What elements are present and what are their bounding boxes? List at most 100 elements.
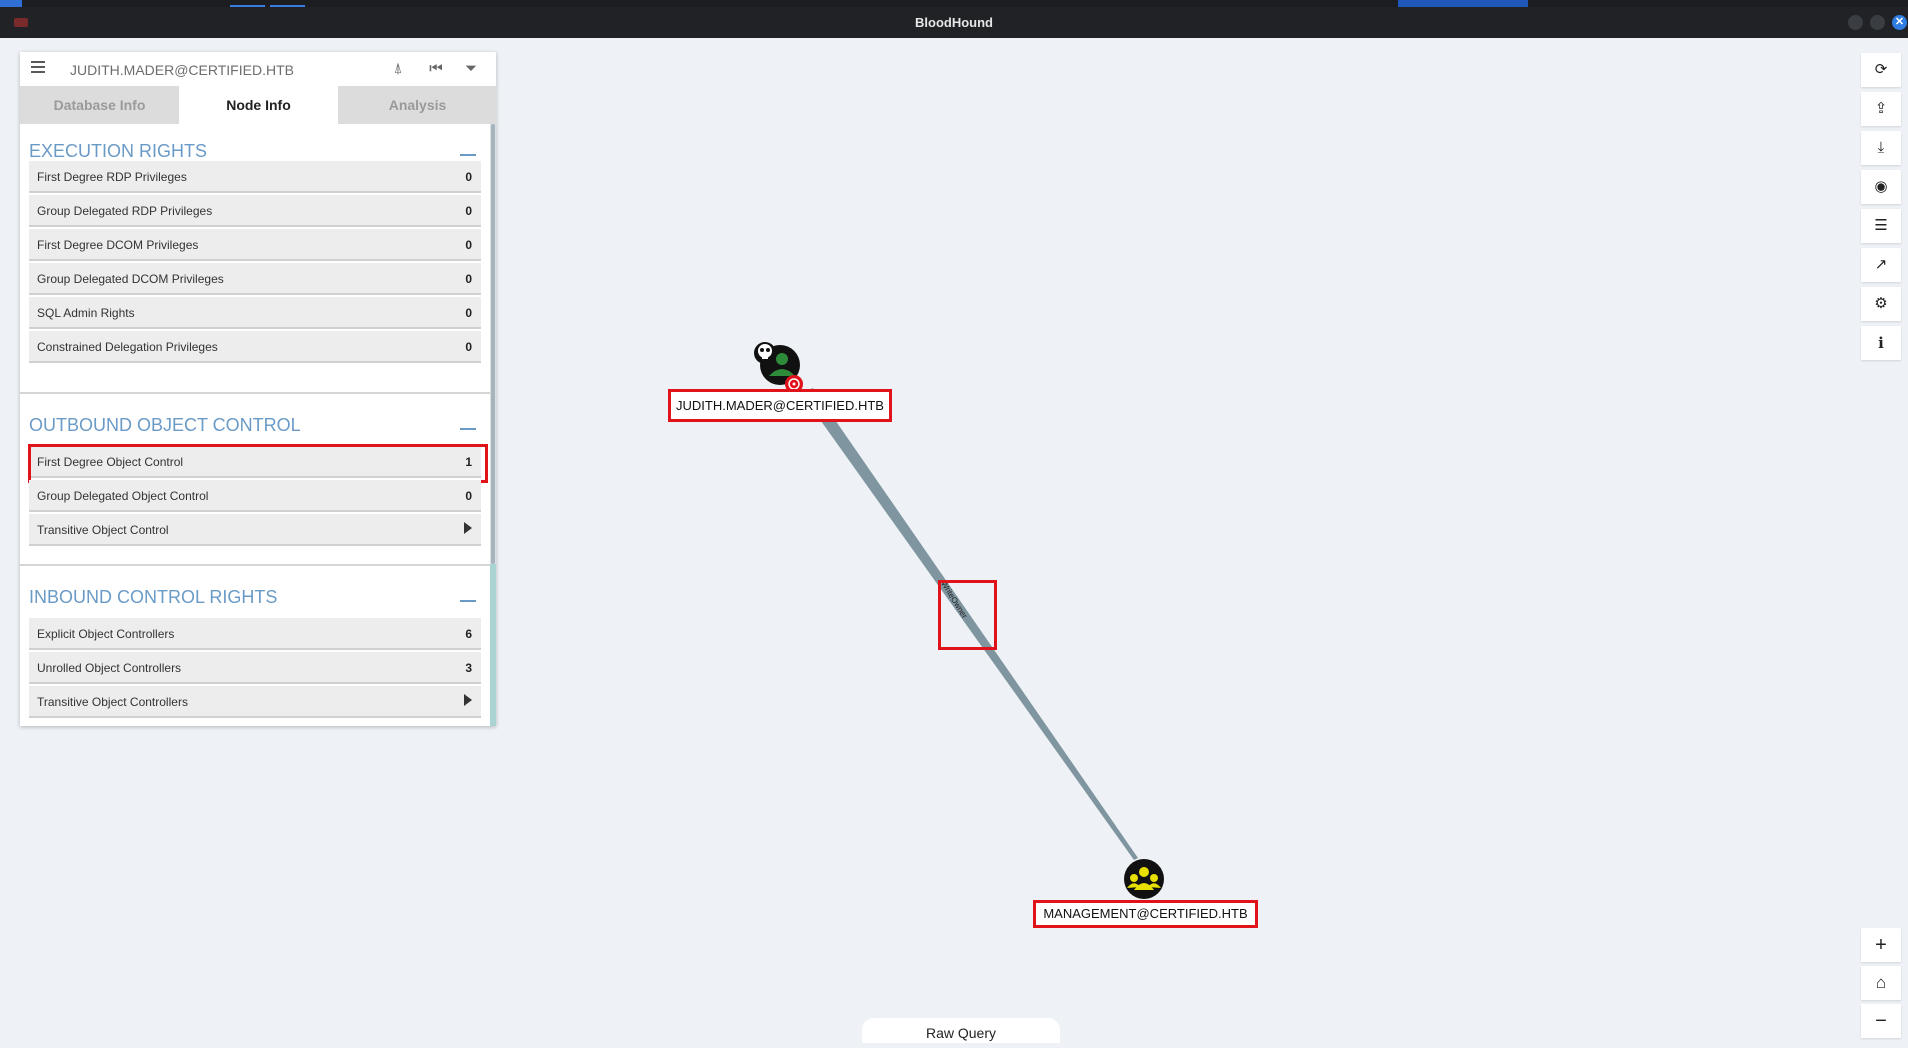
row-label: Constrained Delegation Privileges (37, 340, 218, 354)
maximize-button[interactable] (1870, 15, 1885, 30)
section-title-outbound[interactable]: OUTBOUND OBJECT CONTROL (29, 415, 301, 436)
row-label: Explicit Object Controllers (37, 627, 175, 641)
expand-arrow-icon[interactable] (464, 694, 472, 706)
row-value: 0 (465, 238, 472, 252)
list-item[interactable]: First Degree Object Control 1 (29, 446, 481, 478)
row-value: 0 (465, 272, 472, 286)
panel-tabs: Database Info Node Info Analysis (20, 86, 497, 124)
back-icon[interactable]: ⏮ (426, 59, 446, 79)
list-item[interactable]: Constrained Delegation Privileges 0 (29, 331, 481, 363)
minimize-button[interactable] (1848, 15, 1863, 30)
home-icon: ⌂ (1875, 973, 1887, 992)
section-title-execution[interactable]: EXECUTION RIGHTS (29, 141, 207, 162)
search-bar: ⍋ ⏮ ⏷ (20, 52, 496, 86)
system-top-bar (0, 0, 1908, 7)
row-label: Unrolled Object Controllers (37, 661, 182, 675)
zoom-out-icon: − (1875, 1010, 1887, 1032)
row-value: 0 (465, 340, 472, 354)
zoom-out-button[interactable]: − (1861, 1004, 1901, 1038)
settings-button[interactable]: ⚙ (1861, 287, 1901, 321)
tab-database-info[interactable]: Database Info (20, 86, 179, 124)
row-label: Transitive Object Controllers (37, 695, 188, 709)
row-value: 0 (465, 489, 472, 503)
tab-node-info[interactable]: Node Info (179, 86, 338, 124)
row-value: 0 (465, 170, 472, 184)
list-item[interactable]: Group Delegated DCOM Privileges 0 (29, 263, 481, 295)
tasks-button[interactable]: ☰ (1861, 209, 1901, 243)
row-label: First Degree RDP Privileges (37, 170, 187, 184)
group-node-management[interactable] (1124, 859, 1164, 899)
close-icon: ✕ (1894, 16, 1905, 28)
settings-icon: ⚙ (1874, 295, 1888, 312)
tab-analysis[interactable]: Analysis (338, 86, 497, 124)
close-button[interactable]: ✕ (1892, 15, 1907, 30)
edge-label: WriteOwner (939, 579, 969, 620)
upload-button[interactable]: ⇪ (1861, 92, 1901, 126)
collapse-icon[interactable] (460, 428, 476, 430)
list-item[interactable]: Transitive Object Controllers (29, 686, 481, 718)
window-title: BloodHound (915, 15, 993, 30)
expand-arrow-icon[interactable] (464, 522, 472, 534)
collapse-icon[interactable] (460, 600, 476, 602)
info-icon: i (1878, 334, 1884, 352)
system-indicator (0, 0, 22, 7)
skull-icon (754, 342, 776, 364)
zoom-in-button[interactable]: + (1861, 928, 1901, 962)
list-item[interactable]: First Degree DCOM Privileges 0 (29, 229, 481, 261)
tasks-icon: ☰ (1874, 217, 1888, 234)
title-bar: BloodHound ✕ (0, 7, 1908, 38)
row-label: Group Delegated DCOM Privileges (37, 272, 224, 286)
row-value: 0 (465, 306, 472, 320)
system-indicator (230, 0, 265, 7)
section-title-inbound[interactable]: INBOUND CONTROL RIGHTS (29, 587, 277, 608)
list-item[interactable]: First Degree RDP Privileges 0 (29, 161, 481, 193)
row-label: First Degree DCOM Privileges (37, 238, 199, 252)
target-icon: ◉ (1874, 178, 1888, 195)
panel-scrollbar[interactable] (490, 124, 496, 726)
node-info-panel: ⍋ ⏮ ⏷ Database Info Node Info Analysis E… (20, 52, 497, 726)
refresh-button[interactable]: ⟳ (1861, 53, 1901, 87)
zoom-in-icon: + (1875, 934, 1887, 956)
download-button[interactable]: ⤓ (1861, 131, 1901, 165)
list-item[interactable]: SQL Admin Rights 0 (29, 297, 481, 329)
pathfinding-icon[interactable]: ⍋ (388, 59, 408, 79)
row-value: 0 (465, 204, 472, 218)
upload-icon: ⇪ (1874, 100, 1888, 117)
collapse-icon[interactable] (460, 154, 476, 156)
row-value: 3 (465, 661, 472, 675)
panel-content: EXECUTION RIGHTS First Degree RDP Privil… (20, 124, 496, 726)
row-label: Transitive Object Control (37, 523, 169, 537)
list-item[interactable]: Unrolled Object Controllers 3 (29, 652, 481, 684)
refresh-icon: ⟳ (1874, 61, 1888, 78)
row-label: Group Delegated RDP Privileges (37, 204, 213, 218)
row-value: 6 (465, 627, 472, 641)
node-label-judith[interactable]: JUDITH.MADER@CERTIFIED.HTB (668, 389, 892, 422)
row-value: 1 (465, 455, 472, 469)
info-button[interactable]: i (1861, 326, 1901, 360)
row-label: First Degree Object Control (37, 455, 184, 469)
search-input[interactable] (68, 58, 372, 82)
filter-icon[interactable]: ⏷ (461, 59, 481, 79)
chart-icon: ↗ (1874, 256, 1888, 273)
node-label-management[interactable]: MANAGEMENT@CERTIFIED.HTB (1033, 900, 1258, 928)
list-item[interactable]: Explicit Object Controllers 6 (29, 618, 481, 650)
target-button[interactable]: ◉ (1861, 170, 1901, 204)
download-icon: ⤓ (1877, 139, 1885, 156)
activity-graph (1398, 0, 1528, 7)
section-divider (20, 564, 490, 566)
system-indicator (270, 0, 305, 7)
menu-icon[interactable] (31, 61, 45, 75)
scrollbar-track-accent (490, 564, 496, 726)
raw-query-button[interactable]: Raw Query (862, 1018, 1060, 1043)
chart-button[interactable]: ↗ (1861, 248, 1901, 282)
row-label: Group Delegated Object Control (37, 489, 209, 503)
list-item[interactable]: Group Delegated Object Control 0 (29, 480, 481, 512)
list-item[interactable]: Group Delegated RDP Privileges 0 (29, 195, 481, 227)
home-button[interactable]: ⌂ (1861, 966, 1901, 1000)
graph-edge[interactable] (801, 388, 1138, 860)
user-node-judith[interactable] (754, 342, 803, 393)
section-divider (20, 392, 490, 394)
scrollbar-thumb[interactable] (491, 124, 495, 564)
row-label: SQL Admin Rights (37, 306, 135, 320)
list-item[interactable]: Transitive Object Control (29, 514, 481, 546)
